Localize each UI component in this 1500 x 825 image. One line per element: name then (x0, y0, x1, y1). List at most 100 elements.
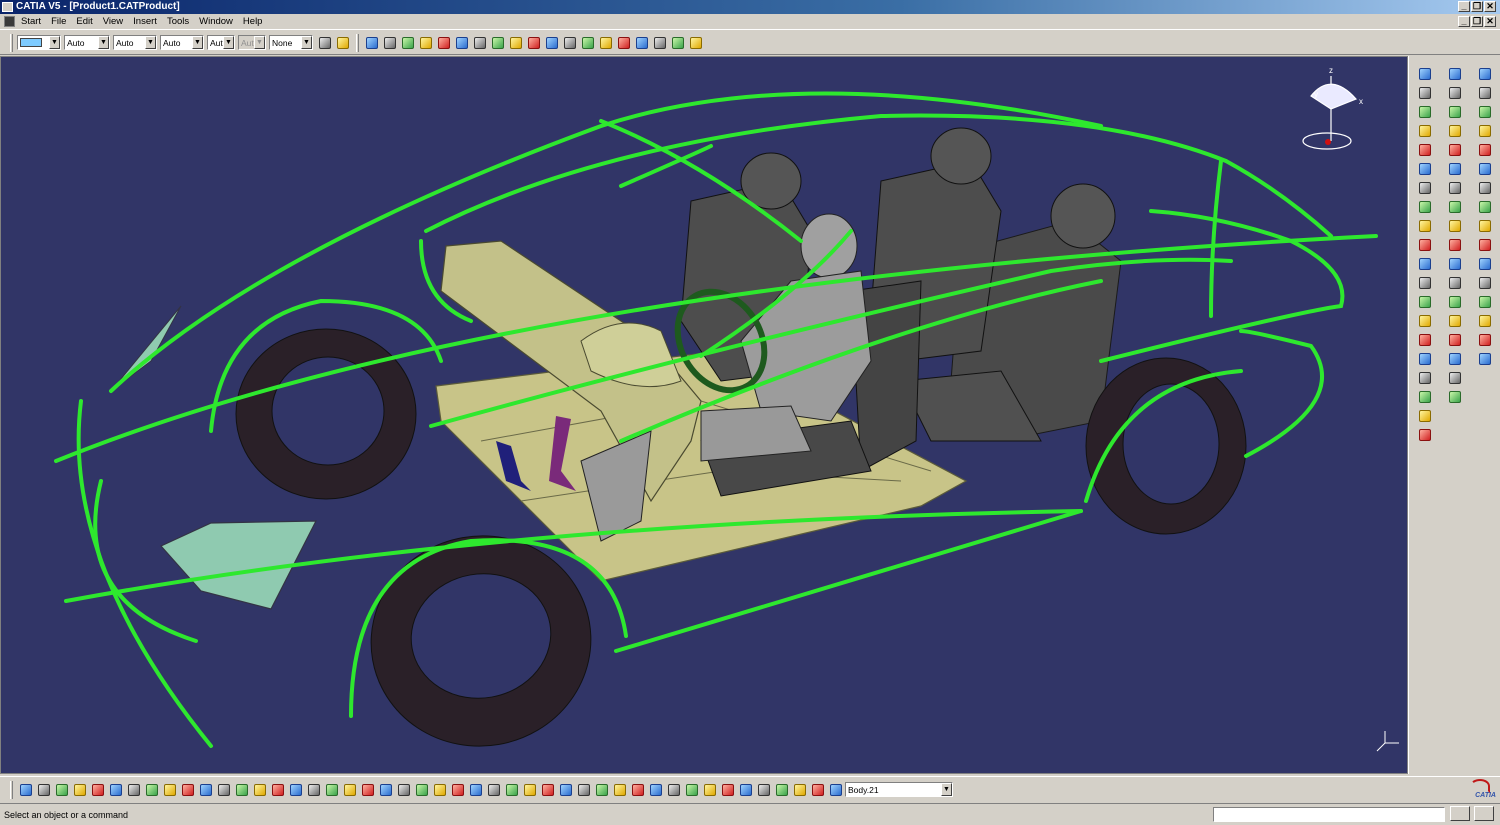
menu-view[interactable]: View (101, 14, 131, 30)
constraint-icon[interactable] (612, 782, 628, 798)
whats-this-icon[interactable] (180, 782, 196, 798)
side-glass[interactable] (110, 305, 182, 392)
chamfer-icon[interactable] (1446, 275, 1464, 291)
helix-icon[interactable] (1416, 218, 1434, 234)
save-icon[interactable] (54, 782, 70, 798)
view-right-icon[interactable] (472, 35, 488, 51)
view-top-icon[interactable] (490, 35, 506, 51)
shaft-icon[interactable] (1446, 123, 1464, 139)
intersection-icon[interactable] (1416, 313, 1434, 329)
menu-window[interactable]: Window (197, 14, 241, 30)
rib-icon[interactable] (1446, 180, 1464, 196)
boolean-icon[interactable] (1476, 275, 1494, 291)
scaling-icon[interactable] (1476, 123, 1494, 139)
formula-icon[interactable] (198, 782, 214, 798)
normal-view-icon[interactable] (396, 782, 412, 798)
style-select[interactable]: None ▼ (269, 35, 313, 50)
close-button[interactable]: ✕ (1484, 1, 1496, 12)
color-picker-icon[interactable] (364, 35, 380, 51)
add-icon[interactable] (1476, 294, 1494, 310)
named-views-icon[interactable] (526, 35, 542, 51)
shell-icon[interactable] (1446, 313, 1464, 329)
axis-to-axis-icon[interactable] (1476, 161, 1494, 177)
replace-icon[interactable] (576, 782, 592, 798)
table-icon[interactable] (234, 782, 250, 798)
solid-loft-icon[interactable] (1446, 237, 1464, 253)
component-icon[interactable] (540, 782, 556, 798)
split-icon[interactable] (1446, 351, 1464, 367)
plane-icon[interactable] (1416, 180, 1434, 196)
spline-icon[interactable] (1416, 199, 1434, 215)
snap-icon[interactable] (630, 782, 646, 798)
open-icon[interactable] (36, 782, 52, 798)
multi-view-icon[interactable] (414, 782, 430, 798)
custom-view-icon[interactable] (634, 35, 650, 51)
line-icon[interactable] (1416, 161, 1434, 177)
line-weight-select[interactable]: Auto ▼ (113, 35, 157, 50)
menu-file[interactable]: File (49, 14, 74, 30)
copy-icon[interactable] (108, 782, 124, 798)
command-input[interactable] (1213, 807, 1445, 822)
toolbar-grip[interactable] (10, 780, 13, 799)
catia-app-icon[interactable] (2, 2, 13, 12)
measure-icon[interactable] (270, 782, 286, 798)
translate-icon[interactable] (1476, 66, 1494, 82)
circle-icon[interactable] (1416, 237, 1434, 253)
painter-icon[interactable] (382, 35, 398, 51)
pattern-icon[interactable] (1476, 199, 1494, 215)
rotate-icon[interactable] (1476, 85, 1494, 101)
wireframe-icon[interactable] (598, 35, 614, 51)
measure-item-icon[interactable] (792, 782, 808, 798)
car-wireframe-model[interactable]: z x y (1, 57, 1408, 774)
fillet-icon[interactable] (1446, 256, 1464, 272)
toolbar-grip[interactable] (10, 33, 13, 52)
pad-icon[interactable] (1446, 85, 1464, 101)
point-icon[interactable] (1416, 142, 1434, 158)
paste-icon[interactable] (126, 782, 142, 798)
groove-icon[interactable] (1446, 142, 1464, 158)
curve-icon[interactable] (1416, 256, 1434, 272)
color-picker-icon[interactable] (317, 35, 333, 51)
view-left-icon[interactable] (454, 35, 470, 51)
doc-close-button[interactable]: ✕ (1484, 16, 1496, 27)
pan-icon[interactable] (324, 782, 340, 798)
zoom-in-icon[interactable] (360, 782, 376, 798)
chevron-down-icon[interactable]: ▼ (98, 36, 109, 49)
fit-all-icon[interactable] (306, 782, 322, 798)
cancel-command-button[interactable] (1474, 806, 1494, 821)
thickness-icon[interactable] (1446, 332, 1464, 348)
redo-icon[interactable] (162, 782, 178, 798)
circular-pattern-icon[interactable] (1476, 256, 1494, 272)
cut-icon[interactable] (90, 782, 106, 798)
view-iso-icon[interactable] (400, 35, 416, 51)
clash-icon[interactable] (738, 782, 754, 798)
3d-compass-icon[interactable] (702, 782, 718, 798)
3d-viewport[interactable]: z x y (0, 56, 1408, 774)
quick-select-icon[interactable] (1416, 104, 1434, 120)
3d-compass[interactable]: z x y (1302, 66, 1363, 150)
normal-view-icon[interactable] (652, 35, 668, 51)
extrude-icon[interactable] (1416, 370, 1434, 386)
rectangular-pattern-icon[interactable] (1476, 237, 1494, 253)
view-front-icon[interactable] (418, 35, 434, 51)
zoom-out-icon[interactable] (378, 782, 394, 798)
swap-visible-icon[interactable] (486, 782, 502, 798)
shading-mode-icon[interactable] (450, 782, 466, 798)
grid-icon[interactable] (684, 782, 700, 798)
menu-help[interactable]: Help (241, 14, 271, 30)
sectioning-icon[interactable] (756, 782, 772, 798)
stiffener-icon[interactable] (1446, 218, 1464, 234)
symmetry-icon[interactable] (1476, 104, 1494, 120)
affinity-icon[interactable] (1476, 142, 1494, 158)
menu-insert[interactable]: Insert (131, 14, 165, 30)
menu-edit[interactable]: Edit (74, 14, 100, 30)
layer-select[interactable]: Aut ▼ (207, 35, 235, 50)
user-pattern-icon[interactable] (1476, 218, 1494, 234)
intersect-icon[interactable] (1476, 332, 1494, 348)
chevron-down-icon[interactable]: ▼ (49, 36, 60, 49)
painter-icon[interactable] (335, 35, 351, 51)
undo-icon[interactable] (144, 782, 160, 798)
fill-icon[interactable] (1416, 408, 1434, 424)
graph-tree-icon[interactable] (594, 782, 610, 798)
doc-minimize-button[interactable]: _ (1458, 16, 1470, 27)
